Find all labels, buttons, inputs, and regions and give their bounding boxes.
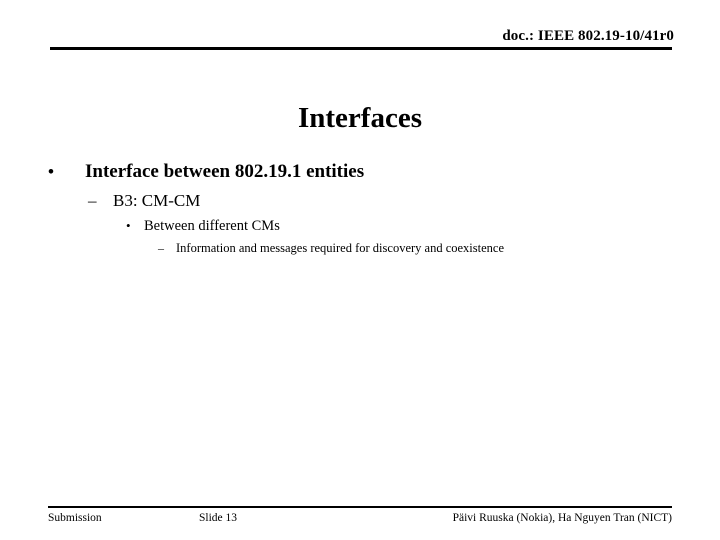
list-item: – B3: CM-CM (48, 190, 678, 212)
bullet-marker-icon: • (48, 162, 54, 181)
footer-slide-number: Slide 13 (198, 512, 237, 524)
bullet-marker-icon: • (126, 218, 131, 233)
list-item: • Between different CMs (48, 216, 678, 236)
dash-marker-icon: – (88, 191, 97, 210)
footer-divider (48, 506, 672, 508)
list-item-label: Interface between 802.19.1 entities (85, 161, 365, 182)
document-header-id: doc.: IEEE 802.19-10/41r0 (502, 28, 674, 44)
list-item: – Information and messages required for … (48, 239, 678, 257)
header-divider (50, 47, 672, 50)
outline-list: • Interface between 802.19.1 entities – … (48, 160, 678, 259)
dash-marker-icon: – (158, 241, 164, 255)
list-item-label: B3: CM-CM (113, 191, 201, 210)
slide-footer: Submission Slide 13 Päivi Ruuska (Nokia)… (48, 510, 672, 526)
list-item-label: Information and messages required for di… (176, 241, 505, 255)
page-title: Interfaces (297, 102, 422, 135)
list-item: • Interface between 802.19.1 entities (48, 160, 678, 184)
footer-authors: Päivi Ruuska (Nokia), Ha Nguyen Tran (NI… (452, 512, 672, 524)
slide-canvas: doc.: IEEE 802.19-10/41r0 Interfaces • I… (0, 0, 720, 540)
list-item-label: Between different CMs (144, 218, 280, 234)
